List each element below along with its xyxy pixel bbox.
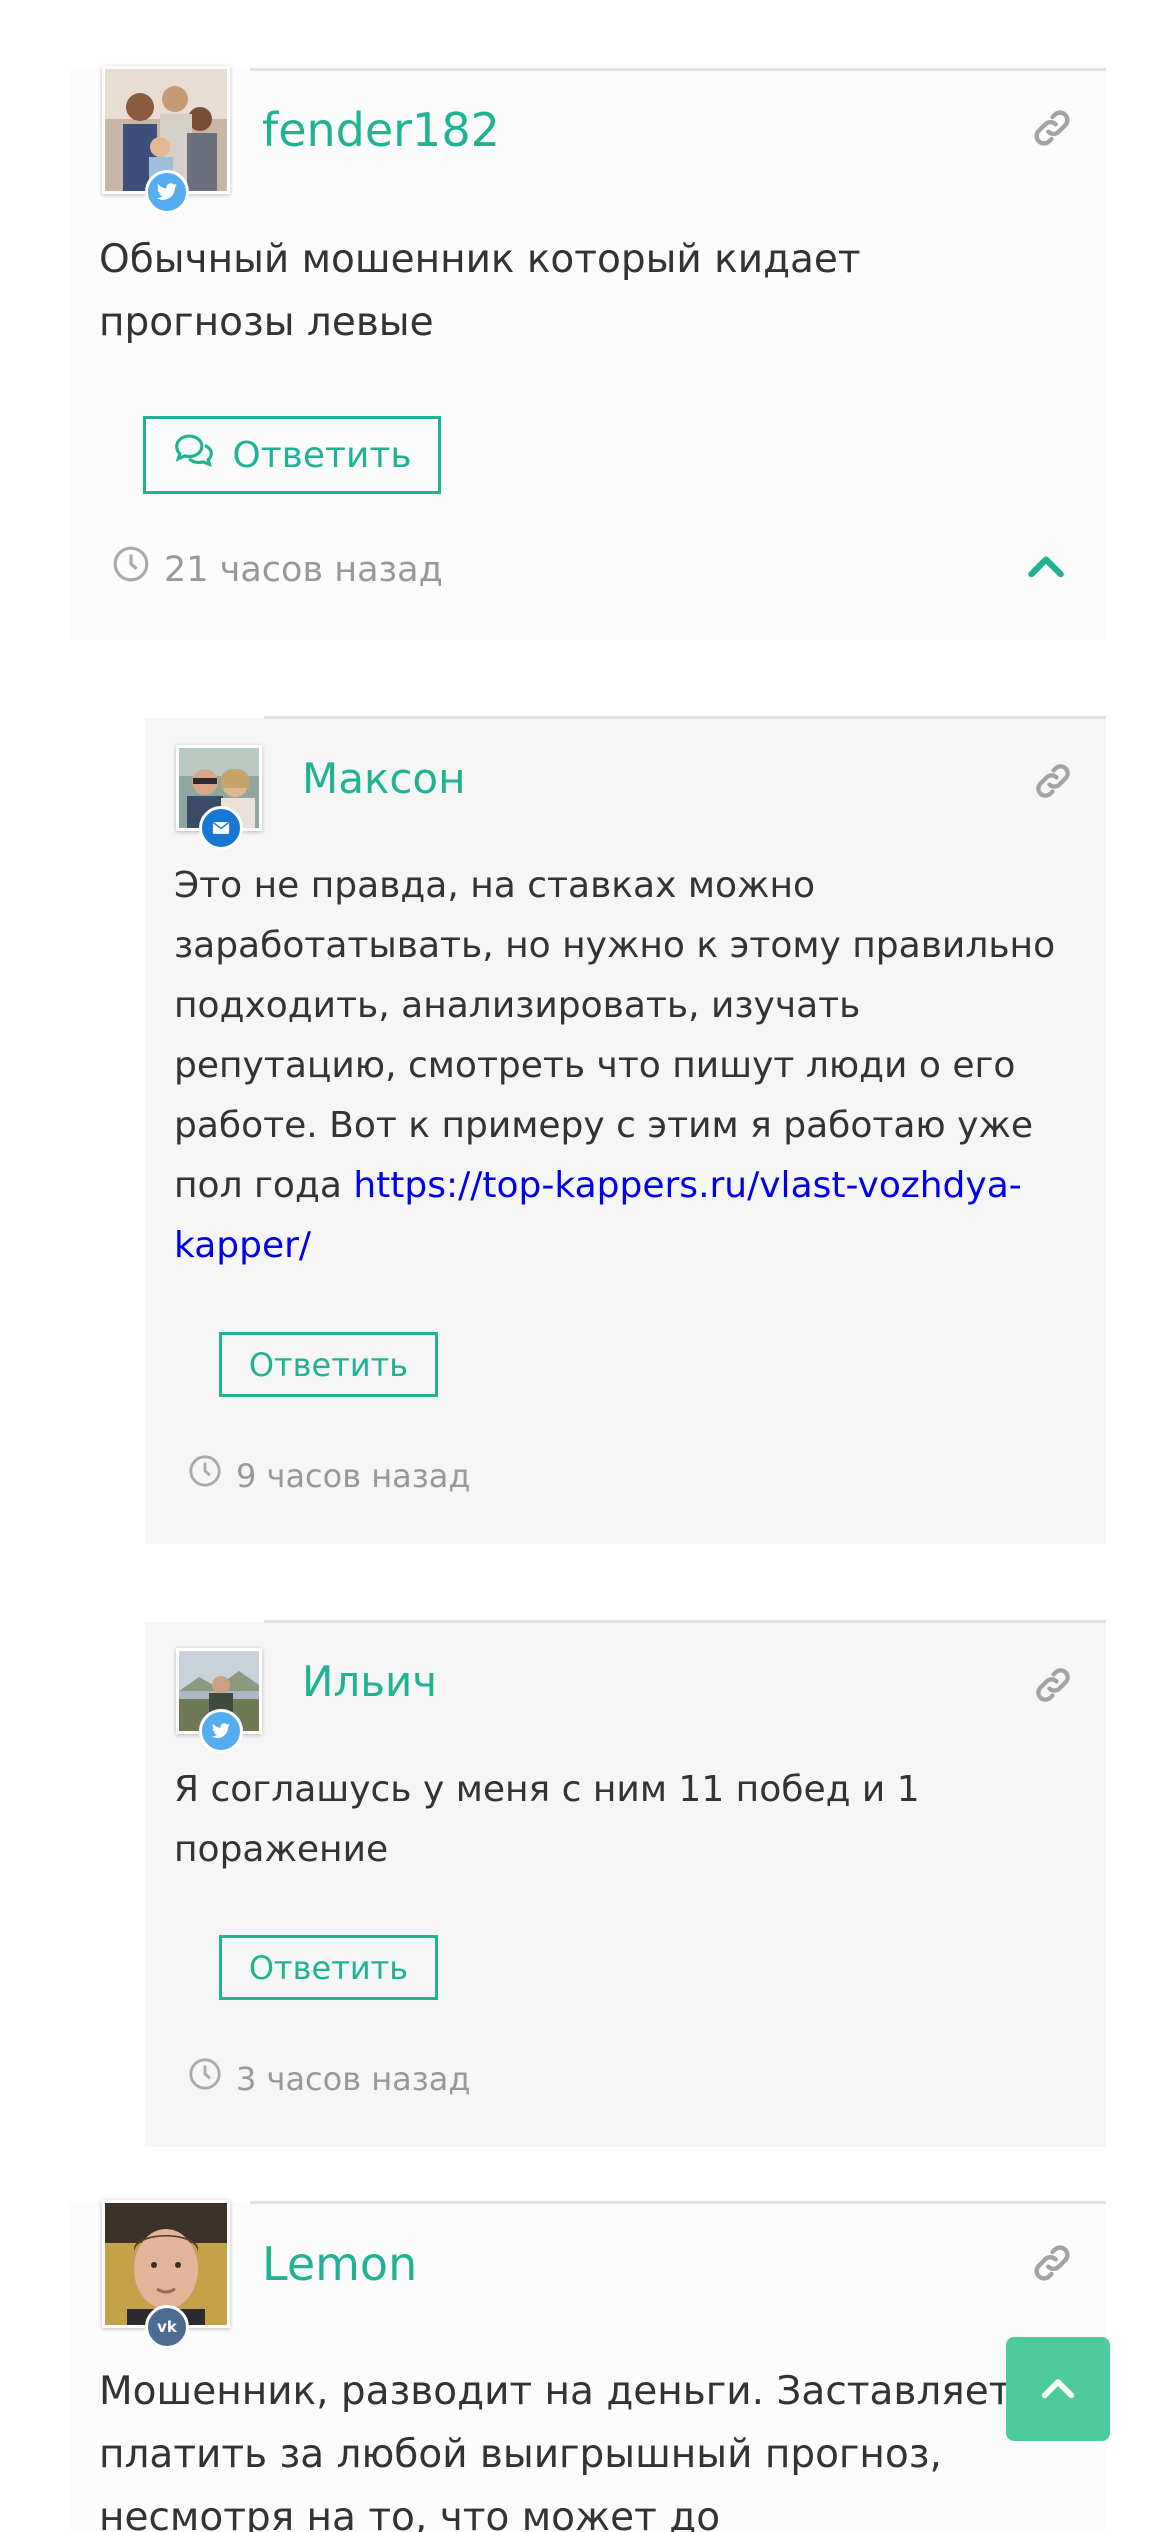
- clock-icon: [188, 2057, 222, 2100]
- comment-divider: [264, 716, 1106, 719]
- twitter-icon: [145, 170, 189, 214]
- comment-text: Это не правда, на ставках можно заработа…: [174, 856, 1079, 1276]
- comment-text: Обычный мошенник который кидает прогнозы…: [99, 237, 861, 345]
- collapse-chevron-up-icon[interactable]: [1024, 548, 1068, 586]
- comment-time: 3 часов назад: [188, 2057, 471, 2100]
- author-name[interactable]: Lemon: [262, 2234, 417, 2294]
- vk-icon: vk: [145, 2305, 189, 2349]
- permalink-icon[interactable]: [1030, 106, 1074, 154]
- permalink-icon[interactable]: [1030, 2241, 1074, 2289]
- twitter-icon: [199, 1709, 243, 1753]
- reply-label: Ответить: [248, 1948, 409, 1987]
- comment-divider: [250, 68, 1106, 71]
- reply-label: Ответить: [232, 434, 412, 476]
- comment-divider: [250, 2201, 1106, 2204]
- author-name[interactable]: Ильич: [302, 1655, 437, 1709]
- comment-text: Мошенник, разводит на деньги. Заставляет…: [99, 2369, 1012, 2532]
- comment-text: Я соглашусь у меня с ним 11 побед и 1 по…: [174, 1769, 920, 1870]
- permalink-icon[interactable]: [1032, 760, 1074, 806]
- reply-button[interactable]: Ответить: [143, 416, 441, 494]
- clock-icon: [188, 1454, 222, 1497]
- time-label: 9 часов назад: [236, 1456, 471, 1495]
- comment-divider: [264, 1620, 1106, 1623]
- comment-time: 9 часов назад: [188, 1454, 471, 1497]
- chevron-up-icon: [1038, 2373, 1078, 2405]
- reply-button[interactable]: Ответить: [219, 1332, 438, 1397]
- clock-icon: [112, 545, 150, 595]
- permalink-icon[interactable]: [1032, 1664, 1074, 1710]
- reply-label: Ответить: [248, 1345, 409, 1384]
- time-label: 3 часов назад: [236, 2059, 471, 2098]
- author-name[interactable]: fender182: [262, 100, 500, 160]
- reply-button[interactable]: Ответить: [219, 1935, 438, 2000]
- time-label: 21 часов назад: [164, 549, 443, 590]
- comment-body: Это не правда, на ставках можно заработа…: [174, 865, 1056, 1206]
- comments-icon: [172, 432, 216, 479]
- author-name[interactable]: Максон: [302, 752, 466, 806]
- scroll-to-top-button[interactable]: [1006, 2337, 1110, 2441]
- email-icon: [199, 806, 243, 850]
- comment-time: 21 часов назад: [112, 545, 443, 595]
